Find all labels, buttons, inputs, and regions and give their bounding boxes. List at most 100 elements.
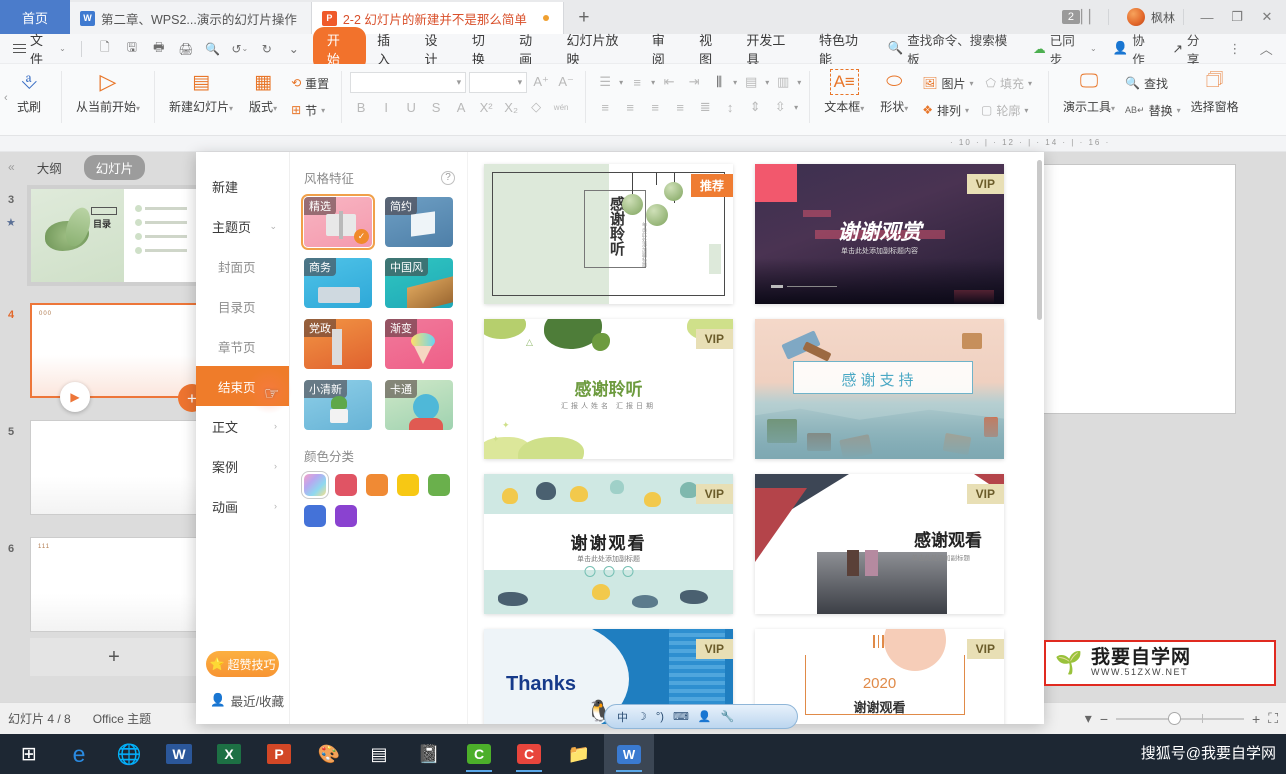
style-card-gradient[interactable]: 渐变: [385, 319, 453, 369]
nav-item-chapter-page[interactable]: 章节页: [196, 326, 289, 366]
template-card-1[interactable]: 感谢聆听 单击此处添加副标题 推荐: [484, 164, 733, 304]
font-size-input[interactable]: ▾: [469, 71, 528, 93]
zoom-in-button[interactable]: +: [1252, 711, 1260, 727]
fit-to-window-icon[interactable]: ⛶: [1268, 710, 1278, 727]
shrink-font-icon[interactable]: A⁻: [555, 71, 577, 93]
ime-voice-icon[interactable]: °): [656, 711, 664, 723]
numbered-list-icon[interactable]: ≡: [626, 71, 648, 93]
style-card-business[interactable]: 商务: [304, 258, 372, 308]
zoom-slider-handle[interactable]: [1168, 711, 1181, 725]
gallery-scrollbar[interactable]: [1037, 160, 1042, 320]
grow-font-icon[interactable]: A⁺: [530, 71, 552, 93]
zoom-slider[interactable]: [1116, 711, 1244, 725]
picture-button[interactable]: 🖼 图片 ▾ ⬠ 填充 ▾: [918, 71, 1040, 95]
line-spacing-icon[interactable]: ↕: [719, 96, 741, 118]
align-right-icon[interactable]: ≡: [644, 96, 666, 118]
style-card-cartoon[interactable]: 卡通: [385, 380, 453, 430]
avatar[interactable]: [1126, 8, 1145, 26]
align-left-icon[interactable]: ≡: [594, 96, 616, 118]
excel-icon[interactable]: X: [204, 734, 254, 774]
paragraph-spacing-icon[interactable]: ⇕: [744, 96, 766, 118]
slide-thumbnail-4[interactable]: 4 000 ▶ +: [8, 303, 206, 412]
ime-toolbar[interactable]: 中 ☽ °) ⌨ 👤 🔧: [604, 704, 798, 729]
color-swatch-blue[interactable]: [304, 505, 326, 527]
present-tools-button[interactable]: 🖵 演示工具▾: [1057, 67, 1121, 117]
smart-art-icon[interactable]: ▥: [772, 71, 794, 93]
slide-thumbnail-3[interactable]: 3 ★ 目录: [6, 185, 201, 286]
help-icon[interactable]: ?: [441, 170, 455, 185]
template-card-2[interactable]: 谢谢观赏 单击此处添加副标题内容 VIP: [755, 164, 1004, 304]
new-slide-button[interactable]: ▤ 新建幻灯片▾: [163, 67, 239, 117]
nav-item-cases[interactable]: 案例 ›: [196, 446, 289, 486]
column-spacing-icon[interactable]: ⇳: [769, 96, 791, 118]
reset-button[interactable]: ⟲ 重置: [287, 71, 333, 95]
template-card-5[interactable]: 谢谢观看 单击此处添加副标题 VIP: [484, 474, 733, 614]
start-from-current-button[interactable]: ▷ 从当前开始▾: [70, 67, 146, 117]
search-doc-icon[interactable]: 🔍: [201, 38, 225, 60]
style-card-party[interactable]: 党政: [304, 319, 372, 369]
arrange-button[interactable]: ❖ 排列 ▾ ▢ 轮廓 ▾: [918, 98, 1040, 122]
powerpoint-icon[interactable]: P: [254, 734, 304, 774]
customize-qat-icon[interactable]: ⌄: [282, 38, 306, 60]
bold-button[interactable]: B: [350, 96, 372, 118]
replace-button[interactable]: AB↵ 替换 ▾: [1121, 98, 1185, 122]
increase-indent-icon[interactable]: ⇥: [683, 71, 705, 93]
color-swatch-red[interactable]: [335, 474, 357, 496]
ime-keyboard-icon[interactable]: ⌨: [673, 710, 689, 723]
ime-user-icon[interactable]: 👤: [698, 710, 712, 723]
calculator-icon[interactable]: ▤: [354, 734, 404, 774]
underline-button[interactable]: U: [400, 96, 422, 118]
notepad-icon[interactable]: 📓: [404, 734, 454, 774]
align-text-icon[interactable]: ▤: [740, 71, 762, 93]
recent-favorites-button[interactable]: 👤 最近/收藏: [196, 691, 289, 710]
collapse-pane-icon[interactable]: «: [8, 160, 15, 174]
ime-settings-icon[interactable]: 🔧: [721, 710, 735, 723]
font-name-input[interactable]: ▾: [350, 71, 467, 93]
color-swatch-orange[interactable]: [366, 474, 388, 496]
theme-name[interactable]: Office 主题: [93, 710, 151, 727]
slide-thumbnail-6[interactable]: 6 111: [8, 537, 198, 632]
distribute-icon[interactable]: ≣: [694, 96, 716, 118]
camtasia-red-icon[interactable]: C: [504, 734, 554, 774]
section-button[interactable]: ⊞ 节 ▾: [287, 98, 333, 122]
justify-icon[interactable]: ≡: [669, 96, 691, 118]
save-icon[interactable]: 🖫: [120, 38, 144, 60]
undo-icon[interactable]: ↺ ⌄: [228, 38, 252, 60]
play-slide-button[interactable]: ▶: [60, 382, 90, 412]
template-gallery[interactable]: 感谢聆听 单击此处添加副标题 推荐 谢谢观赏 单击此处添加副标题内容 VIP △…: [468, 152, 1044, 724]
layout-button[interactable]: ▦ 版式▾: [239, 67, 287, 117]
style-card-chinese[interactable]: 中国风: [385, 258, 453, 308]
more-options-icon[interactable]: ⋮: [1220, 32, 1249, 66]
outline-button[interactable]: ▢ 轮廓 ▾: [973, 98, 1032, 122]
fill-button[interactable]: ⬠ 填充 ▾: [978, 71, 1036, 95]
ime-moon-icon[interactable]: ☽: [637, 710, 647, 723]
panel-bars-icon[interactable]: ▏▏: [1081, 9, 1099, 25]
slide-thumbnail-5[interactable]: 5: [8, 420, 198, 515]
ribbon-collapse-left-icon[interactable]: ‹: [4, 92, 8, 104]
style-card-simple[interactable]: 简约: [385, 197, 453, 247]
textbox-button[interactable]: A≡ 文本框▾: [818, 67, 870, 117]
color-swatch-green[interactable]: [428, 474, 450, 496]
wps-icon[interactable]: W: [604, 734, 654, 774]
nav-item-animation[interactable]: 动画 ›: [196, 486, 289, 526]
superscript-button[interactable]: X²: [475, 96, 497, 118]
add-slide-button[interactable]: +: [30, 638, 198, 676]
find-button[interactable]: 🔍 查找: [1121, 71, 1185, 95]
edge-icon[interactable]: e: [54, 734, 104, 774]
color-swatch-yellow[interactable]: [397, 474, 419, 496]
file-menu-button[interactable]: 文件 ⌄: [6, 30, 73, 68]
template-card-4[interactable]: 感谢支持: [755, 319, 1004, 459]
paint-icon[interactable]: 🎨: [304, 734, 354, 774]
user-name[interactable]: 枫林: [1151, 9, 1175, 26]
folder-icon[interactable]: 📁: [554, 734, 604, 774]
nav-item-new[interactable]: 新建: [196, 166, 289, 206]
color-swatch-purple[interactable]: [335, 505, 357, 527]
template-card-3[interactable]: △ ✦ ✦ 感谢聆听 汇报人姓名 汇报日期 VIP: [484, 319, 733, 459]
template-card-6[interactable]: 感谢观看 单击此处添加副标题 VIP: [755, 474, 1004, 614]
word-icon[interactable]: W: [154, 734, 204, 774]
format-painter-button[interactable]: ⎀ 式刷: [5, 67, 53, 117]
clear-format-icon[interactable]: ◇: [525, 96, 547, 118]
new-icon[interactable]: 🗋: [93, 38, 117, 60]
subscript-button[interactable]: X₂: [500, 96, 522, 118]
nav-item-theme-pages[interactable]: 主题页 ⌄: [196, 206, 289, 246]
